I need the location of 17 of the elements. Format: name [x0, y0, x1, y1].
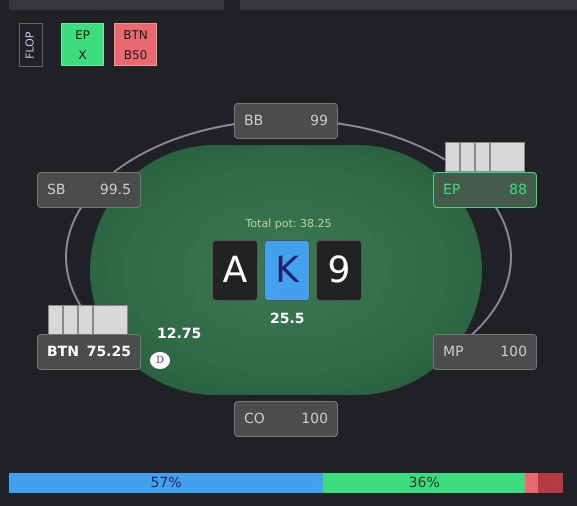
pot-label: Total pot: 38.25	[244, 216, 332, 232]
player-seat: BTN 75.25	[37, 334, 141, 370]
board-card: 9	[316, 240, 362, 301]
pot-amount: 25.5	[270, 310, 305, 329]
street-label: FLOP	[19, 23, 43, 67]
action-chip: BTN B50	[114, 23, 157, 66]
board-card: A	[212, 240, 258, 301]
player-seat: CO 100	[234, 401, 338, 437]
equity-segment: 36%	[323, 473, 526, 493]
player-seat: SB 99.5	[37, 172, 141, 208]
bet-amount: 12.75	[157, 325, 202, 344]
board-card: K	[264, 240, 310, 301]
player-seat: BB 99	[234, 103, 338, 139]
equity-segment: 57%	[9, 473, 324, 493]
player-seat: MP 100	[433, 334, 537, 370]
action-chip: EP X	[61, 23, 104, 66]
player-seat: EP 88	[433, 172, 537, 208]
